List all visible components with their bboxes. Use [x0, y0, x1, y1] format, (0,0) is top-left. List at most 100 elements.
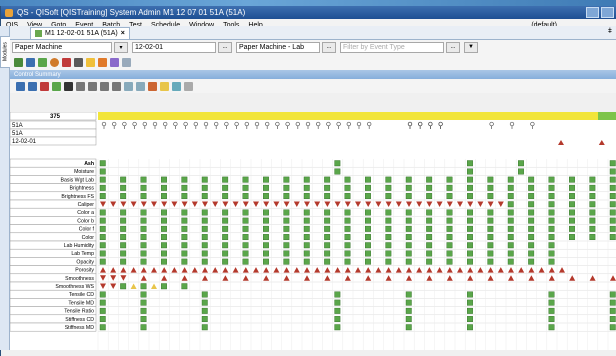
ok-status-cell[interactable] — [344, 217, 351, 224]
ok-status-cell[interactable] — [344, 242, 351, 249]
ok-status-cell[interactable] — [548, 217, 555, 224]
high-alarm-marker[interactable] — [446, 267, 453, 273]
ok-status-cell[interactable] — [201, 209, 208, 216]
event-pin-icon[interactable] — [530, 121, 535, 127]
event-pin-icon[interactable] — [489, 121, 494, 127]
ok-status-cell[interactable] — [507, 225, 514, 232]
ok-status-cell[interactable] — [507, 209, 514, 216]
ok-status-cell[interactable] — [222, 234, 229, 241]
ok-status-cell[interactable] — [222, 225, 229, 232]
ok-status-cell[interactable] — [334, 324, 341, 331]
ok-status-cell[interactable] — [242, 250, 249, 257]
ok-status-cell[interactable] — [201, 217, 208, 224]
event-type-filter[interactable]: Filter by Event Type — [340, 41, 444, 53]
ok-status-cell[interactable] — [446, 234, 453, 241]
ok-status-cell[interactable] — [528, 201, 535, 208]
ok-status-cell[interactable] — [160, 258, 167, 265]
low-alarm-marker[interactable] — [120, 201, 127, 208]
ok-status-cell[interactable] — [609, 168, 616, 175]
high-alarm-marker[interactable] — [487, 275, 494, 281]
lab-picker-button[interactable]: ... — [322, 41, 336, 53]
ok-status-cell[interactable] — [99, 316, 106, 323]
ok-status-cell[interactable] — [507, 234, 514, 241]
high-alarm-marker[interactable] — [110, 267, 117, 273]
ok-status-cell[interactable] — [283, 176, 290, 183]
ok-status-cell[interactable] — [569, 234, 575, 241]
ok-status-cell[interactable] — [467, 176, 473, 183]
high-alarm-marker[interactable] — [477, 267, 484, 273]
ok-status-cell[interactable] — [528, 258, 535, 265]
low-alarm-marker[interactable] — [334, 201, 341, 208]
low-alarm-marker[interactable] — [497, 201, 504, 208]
ok-status-cell[interactable] — [385, 225, 392, 232]
ok-status-cell[interactable] — [262, 209, 269, 216]
event-pin-icon[interactable] — [122, 121, 127, 127]
ok-status-cell[interactable] — [181, 217, 188, 224]
low-alarm-marker[interactable] — [140, 201, 147, 208]
ok-status-cell[interactable] — [324, 250, 331, 257]
ok-status-cell[interactable] — [569, 217, 575, 224]
ok-status-cell[interactable] — [548, 299, 555, 306]
ok-status-cell[interactable] — [181, 234, 188, 241]
ok-status-cell[interactable] — [405, 193, 412, 200]
event-pin-icon[interactable] — [418, 121, 423, 127]
warn-icon[interactable] — [160, 81, 169, 91]
low-alarm-marker[interactable] — [120, 275, 127, 281]
ok-status-cell[interactable] — [283, 258, 290, 265]
ok-status-cell[interactable] — [324, 176, 331, 183]
ok-status-cell[interactable] — [569, 225, 575, 232]
ok-status-cell[interactable] — [507, 217, 514, 224]
ok-status-cell[interactable] — [487, 225, 494, 232]
ok-status-cell[interactable] — [181, 283, 188, 290]
high-alarm-marker[interactable] — [467, 267, 474, 273]
event-pin-icon[interactable] — [234, 121, 239, 127]
high-alarm-marker[interactable] — [589, 275, 596, 281]
ok-status-cell[interactable] — [334, 307, 341, 314]
low-alarm-marker[interactable] — [304, 201, 310, 208]
ok-status-cell[interactable] — [487, 258, 494, 265]
ok-status-cell[interactable] — [609, 225, 616, 232]
low-alarm-marker[interactable] — [181, 201, 188, 208]
ok-status-cell[interactable] — [222, 176, 229, 183]
ok-status-cell[interactable] — [160, 242, 167, 249]
ok-status-cell[interactable] — [120, 258, 127, 265]
high-alarm-marker[interactable] — [508, 267, 514, 273]
ok-status-cell[interactable] — [283, 184, 290, 191]
high-alarm-marker[interactable] — [202, 275, 208, 281]
ok-status-cell[interactable] — [487, 176, 494, 183]
next-icon[interactable] — [100, 81, 109, 91]
prev-icon[interactable] — [88, 81, 97, 91]
high-alarm-marker[interactable] — [406, 267, 412, 273]
event-pin-icon[interactable] — [509, 121, 515, 127]
high-alarm-marker[interactable] — [406, 275, 412, 281]
ok-status-cell[interactable] — [528, 193, 535, 200]
ok-status-cell[interactable] — [467, 193, 473, 200]
low-alarm-marker[interactable] — [365, 201, 372, 208]
ok-status-cell[interactable] — [201, 291, 208, 298]
ok-status-cell[interactable] — [324, 225, 331, 232]
ok-status-cell[interactable] — [140, 299, 147, 306]
document-tab[interactable]: M1 12-02-01 51A (51A) × — [30, 27, 130, 39]
high-alarm-marker[interactable] — [304, 267, 310, 273]
low-alarm-marker[interactable] — [457, 201, 463, 208]
ok-status-cell[interactable] — [181, 258, 188, 265]
event-pin-icon[interactable] — [244, 121, 249, 127]
ok-status-cell[interactable] — [242, 234, 249, 241]
ok-status-cell[interactable] — [609, 209, 616, 216]
ok-status-cell[interactable] — [344, 250, 351, 257]
ok-status-cell[interactable] — [160, 283, 167, 290]
ok-status-cell[interactable] — [385, 258, 392, 265]
ok-status-cell[interactable] — [344, 258, 351, 265]
ok-status-cell[interactable] — [405, 299, 412, 306]
high-alarm-marker[interactable] — [334, 267, 341, 273]
ok-status-cell[interactable] — [222, 193, 229, 200]
high-alarm-marker[interactable] — [100, 267, 106, 273]
ok-status-cell[interactable] — [140, 209, 147, 216]
ok-status-cell[interactable] — [201, 176, 208, 183]
ok-status-cell[interactable] — [160, 184, 167, 191]
ok-status-cell[interactable] — [222, 250, 229, 257]
ok-status-cell[interactable] — [120, 176, 127, 183]
low-alarm-marker[interactable] — [253, 201, 259, 208]
low-alarm-marker[interactable] — [222, 201, 229, 208]
ok-status-cell[interactable] — [467, 242, 473, 249]
